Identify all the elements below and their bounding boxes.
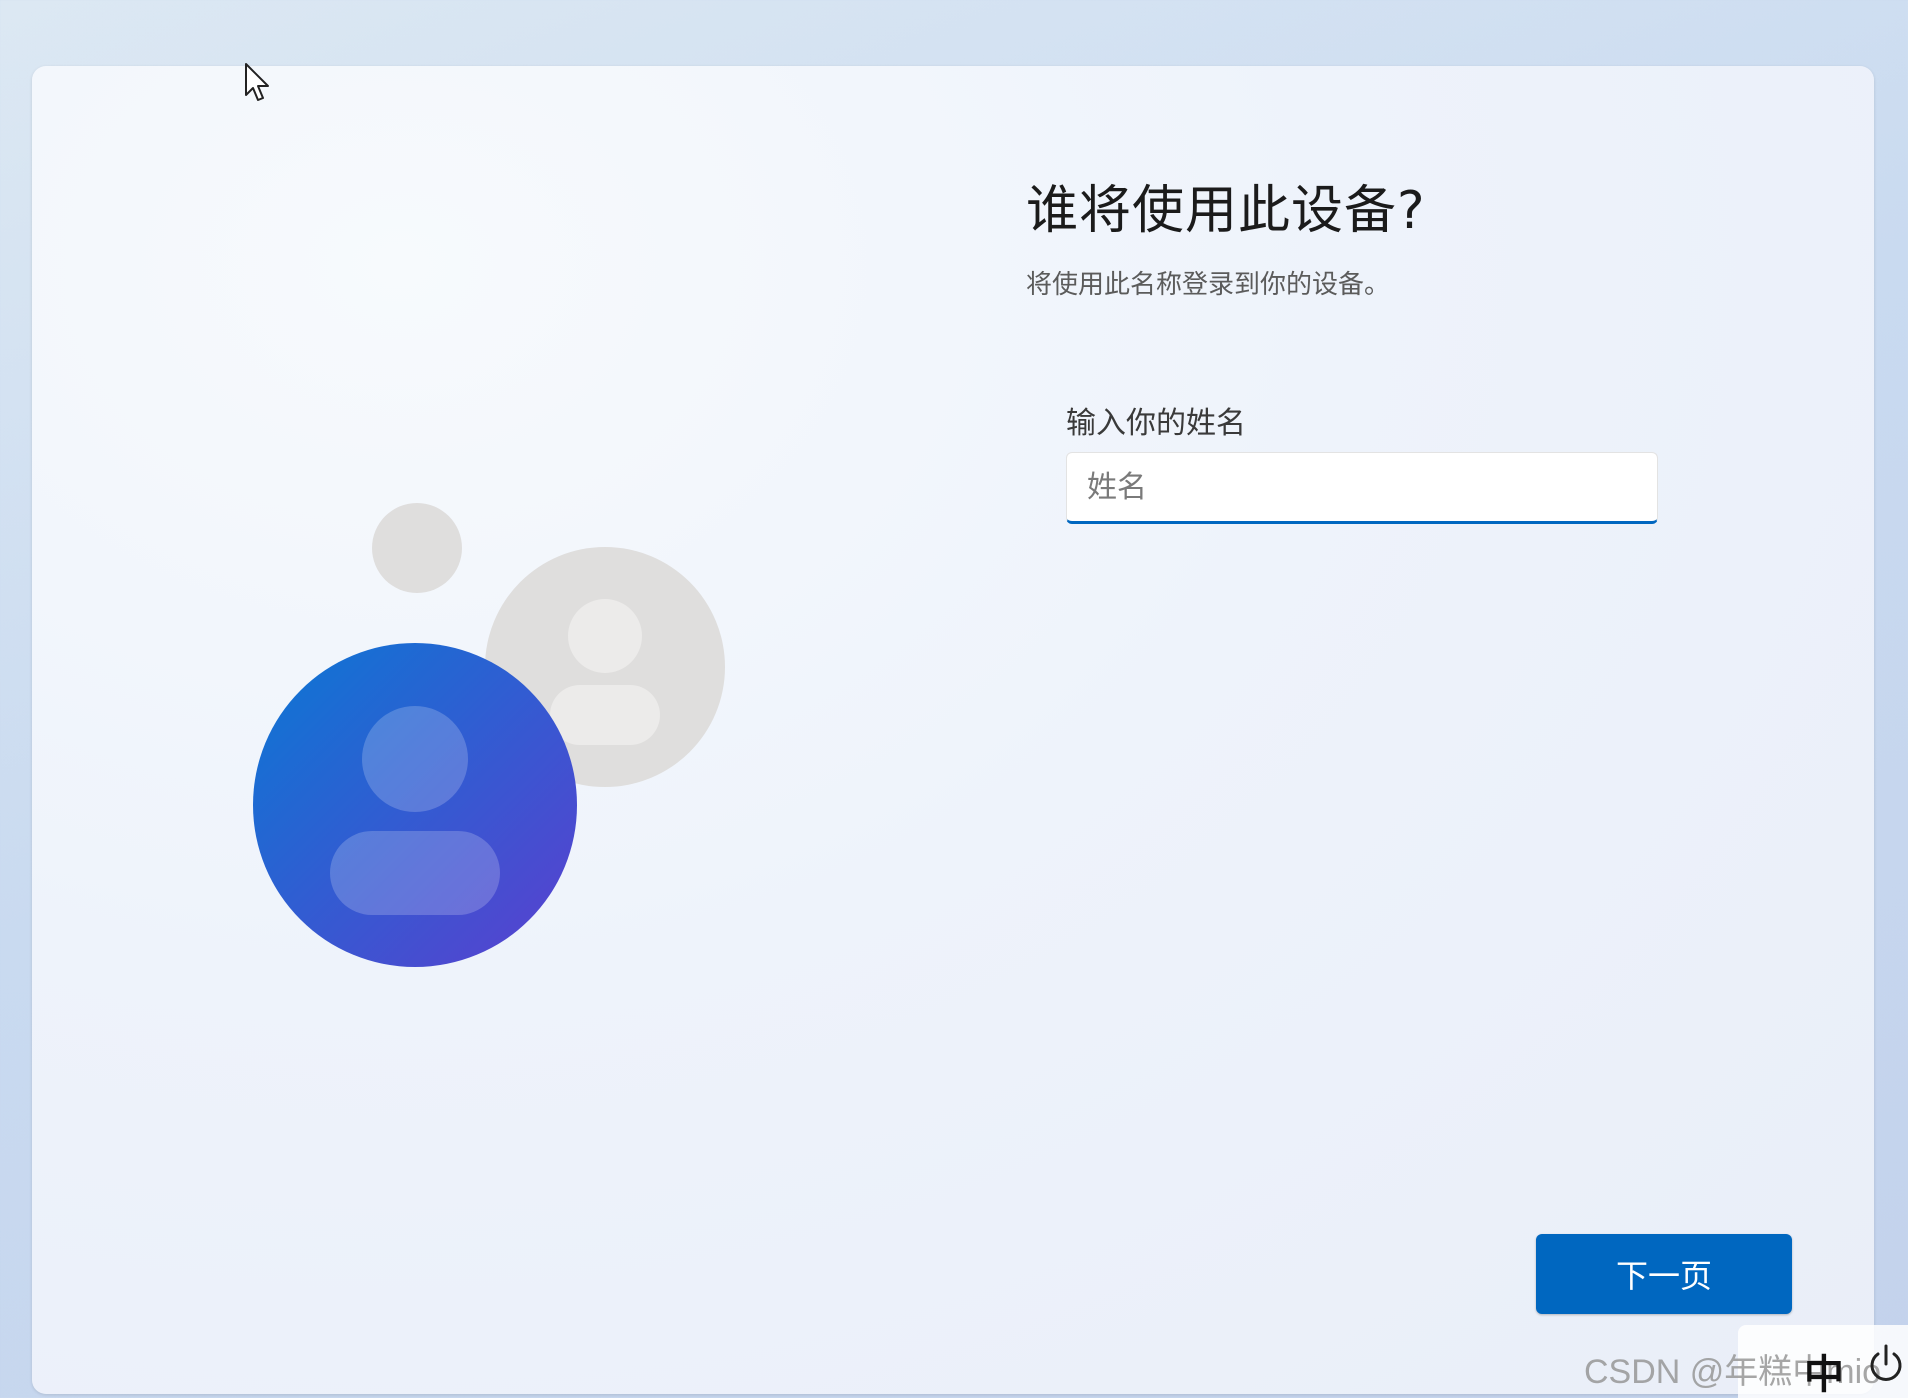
page-subtitle: 将使用此名称登录到你的设备。 [1026,270,1391,300]
ime-indicator[interactable]: 中 [1804,1342,1844,1398]
name-field-label: 输入你的姓名 [1066,406,1246,441]
user-accounts-illustration [253,503,725,967]
page-title: 谁将使用此设备? [1026,181,1426,241]
power-icon[interactable] [1868,1342,1904,1386]
small-avatar-dot [372,503,462,593]
next-button[interactable]: 下一页 [1536,1234,1792,1314]
mouse-pointer-icon [245,63,269,101]
name-input[interactable] [1066,452,1658,524]
